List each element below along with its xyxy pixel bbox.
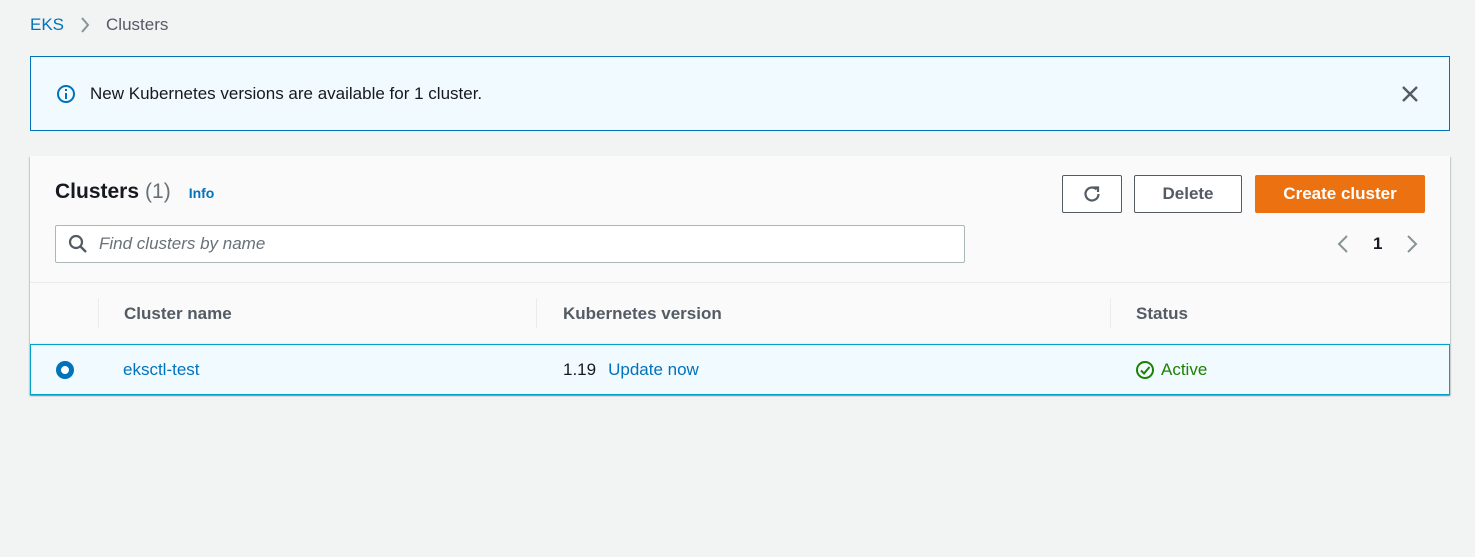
- table-row[interactable]: eksctl-test 1.19 Update now Active: [30, 344, 1450, 395]
- column-divider: [536, 298, 537, 328]
- info-link[interactable]: Info: [189, 185, 215, 201]
- chevron-right-icon: [80, 17, 90, 33]
- column-header-cluster-name[interactable]: Cluster name: [124, 283, 232, 344]
- update-available-notification: New Kubernetes versions are available fo…: [30, 56, 1450, 131]
- panel-header: Clusters (1) Info Delete Create cluster: [30, 156, 1450, 283]
- refresh-icon: [1081, 183, 1103, 205]
- table-header: Cluster name Kubernetes version Status: [30, 283, 1450, 344]
- current-page-number[interactable]: 1: [1373, 234, 1382, 254]
- close-icon[interactable]: [1399, 83, 1421, 105]
- refresh-button[interactable]: [1062, 175, 1122, 213]
- check-circle-icon: [1135, 360, 1155, 380]
- cluster-count: (1): [145, 180, 171, 203]
- column-header-status[interactable]: Status: [1136, 283, 1188, 344]
- breadcrumb-eks-link[interactable]: EKS: [30, 15, 64, 35]
- pagination: 1: [1335, 232, 1420, 256]
- row-select-radio[interactable]: [56, 361, 74, 379]
- status-badge: Active: [1135, 360, 1207, 380]
- update-now-link[interactable]: Update now: [608, 360, 699, 380]
- search-icon: [68, 234, 88, 254]
- notification-message: New Kubernetes versions are available fo…: [90, 83, 483, 103]
- status-text: Active: [1161, 359, 1208, 379]
- info-icon: [56, 84, 76, 104]
- column-header-kubernetes-version[interactable]: Kubernetes version: [563, 283, 722, 344]
- column-divider: [1110, 298, 1111, 328]
- breadcrumb-current: Clusters: [106, 15, 169, 34]
- kubernetes-version: 1.19: [563, 359, 597, 379]
- delete-button[interactable]: Delete: [1134, 175, 1242, 213]
- next-page-icon[interactable]: [1404, 234, 1420, 254]
- clusters-table-panel: Clusters (1) Info Delete Create cluster: [30, 156, 1450, 395]
- breadcrumb: EKS Clusters: [30, 14, 168, 36]
- panel-title-row: Clusters (1) Info: [55, 180, 214, 204]
- create-cluster-button[interactable]: Create cluster: [1255, 175, 1425, 213]
- cluster-name-link[interactable]: eksctl-test: [123, 360, 200, 380]
- previous-page-icon[interactable]: [1335, 234, 1351, 254]
- column-divider: [98, 298, 99, 328]
- search-box: [55, 225, 965, 263]
- page-title: Clusters: [55, 180, 140, 203]
- search-input[interactable]: [99, 234, 949, 254]
